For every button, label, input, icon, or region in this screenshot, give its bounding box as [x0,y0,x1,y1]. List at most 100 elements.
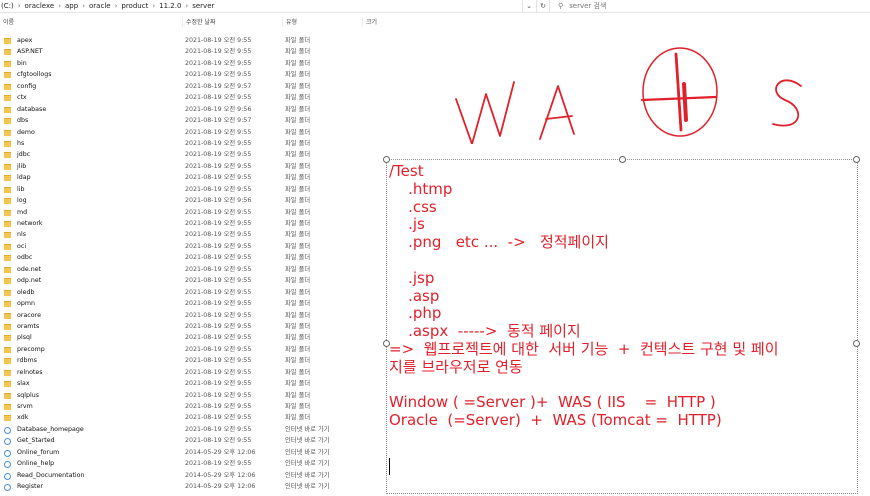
file-row[interactable]: bin 2021-08-19 오전 9:55 파일 폴더 [0,58,380,69]
file-row[interactable]: oci 2021-08-19 오전 9:55 파일 폴더 [0,241,380,252]
internet-shortcut-icon [4,461,11,469]
file-date: 2021-08-19 오전 9:55 [185,48,252,56]
breadcrumb-segment[interactable]: (C:) [0,0,15,12]
file-row[interactable]: plsql 2021-08-19 오전 9:55 파일 폴더 [0,332,380,343]
file-row[interactable]: Get_Started 2021-08-19 오전 9:55 인터넷 바로 가기 [0,435,380,446]
chevron-right-icon[interactable]: › [79,0,88,12]
search-box[interactable]: ⚲ server 검색 [552,0,870,11]
file-row[interactable]: ldap 2021-08-19 오전 9:55 파일 폴더 [0,172,380,183]
file-name: plsql [17,334,32,342]
file-row[interactable]: relnotes 2021-08-19 오전 9:55 파일 폴더 [0,367,380,378]
file-date: 2021-08-19 오전 9:55 [185,242,252,250]
file-row[interactable]: md 2021-08-19 오전 9:55 파일 폴더 [0,207,380,218]
chevron-right-icon[interactable]: › [112,0,121,12]
file-type: 파일 폴더 [285,288,311,296]
chevron-right-icon[interactable]: › [15,0,24,12]
file-name: sqlplus [17,391,40,399]
breadcrumb-segment[interactable]: oracle [88,0,112,12]
file-row[interactable]: sqlplus 2021-08-19 오전 9:55 파일 폴더 [0,390,380,401]
file-type: 파일 폴더 [285,94,311,102]
address-bar[interactable]: (C:) › oraclexe › app › oracle › product › 11.2.0 ›… [0,0,870,13]
file-row[interactable]: dbs 2021-08-19 오전 9:57 파일 폴더 [0,115,380,126]
file-name: ode.net [17,265,42,273]
file-date: 2021-08-19 오전 9:55 [185,254,252,262]
file-date: 2021-08-19 오전 9:57 [185,82,252,90]
file-row[interactable]: oramts 2021-08-19 오전 9:55 파일 폴더 [0,321,380,332]
chevron-right-icon[interactable]: › [149,0,158,12]
search-input[interactable]: server 검색 [569,0,606,12]
file-type: 파일 폴더 [285,48,311,56]
column-size[interactable]: 크기 [362,17,377,27]
file-row[interactable]: slax 2021-08-19 오전 9:55 파일 폴더 [0,378,380,389]
file-name: lib [17,185,25,193]
file-row[interactable]: Online_forum 2014-05-29 오후 12:06 인터넷 바로 가기 [0,447,380,458]
file-row[interactable]: Online_help 2021-08-19 오전 9:55 인터넷 바로 가기 [0,458,380,469]
file-date: 2021-08-19 오전 9:55 [185,288,252,296]
file-row[interactable]: jlib 2021-08-19 오전 9:55 파일 폴더 [0,161,380,172]
chevron-right-icon[interactable]: › [55,0,64,12]
file-type: 파일 폴더 [285,59,311,67]
breadcrumb-segment[interactable]: oraclexe [24,0,56,12]
file-row[interactable]: opmn 2021-08-19 오전 9:55 파일 폴더 [0,298,380,309]
folder-icon [4,60,11,67]
breadcrumb-segment[interactable]: 11.2.0 [158,0,182,12]
file-row[interactable]: ASP.NET 2021-08-19 오전 9:55 파일 폴더 [0,46,380,57]
file-row[interactable]: srvm 2021-08-19 오전 9:55 파일 폴더 [0,401,380,412]
file-row[interactable]: Database_homepage 2021-08-19 오전 9:55 인터넷 바… [0,424,380,435]
handwritten-note-text[interactable]: /Test .htmp .css .js .png etc ... -> 정적페… [389,162,859,430]
file-date: 2021-08-19 오전 9:55 [185,71,252,79]
file-row[interactable]: lib 2021-08-19 오전 9:55 파일 폴더 [0,184,380,195]
file-row[interactable]: ode.net 2021-08-19 오전 9:55 파일 폴더 [0,264,380,275]
file-row[interactable]: Register 2014-05-29 오후 12:06 인터넷 바로 가기 [0,481,380,492]
file-date: 2021-08-19 오전 9:55 [185,403,252,410]
file-date: 2021-08-19 오전 9:55 [185,357,252,365]
chevron-right-icon[interactable]: › [182,0,191,12]
file-row[interactable]: odbc 2021-08-19 오전 9:55 파일 폴더 [0,252,380,263]
file-row[interactable]: jdbc 2021-08-19 오전 9:55 파일 폴더 [0,149,380,160]
breadcrumb-segment[interactable]: app [64,0,79,12]
file-type: 파일 폴더 [285,368,311,376]
file-row[interactable]: log 2021-08-19 오전 9:56 파일 폴더 [0,195,380,206]
file-row[interactable]: rdbms 2021-08-19 오전 9:55 파일 폴더 [0,355,380,366]
file-name: oci [17,242,27,250]
column-name[interactable]: 이름 [0,17,14,27]
refresh-icon[interactable]: ↻ [536,0,550,12]
column-date[interactable]: 수정한 날짜 [182,17,216,27]
file-type: 파일 폴더 [285,357,311,365]
breadcrumb-segment[interactable]: product [120,0,149,12]
folder-icon [4,106,11,113]
file-name: srvm [17,403,33,410]
file-row[interactable]: precomp 2021-08-19 오전 9:55 파일 폴더 [0,344,380,355]
file-row[interactable]: apex 2021-08-19 오전 9:55 파일 폴더 [0,35,380,46]
file-type: 파일 폴더 [285,117,311,125]
file-row[interactable]: oledb 2021-08-19 오전 9:55 파일 폴더 [0,287,380,298]
breadcrumb-segment[interactable]: server [191,0,215,12]
file-name: database [17,105,47,113]
folder-icon [4,221,11,227]
resize-handle[interactable] [853,156,860,163]
breadcrumb[interactable]: (C:) › oraclexe › app › oracle › product › 11.2.0 ›… [0,0,215,12]
file-row[interactable]: nls 2021-08-19 오전 9:55 파일 폴더 [0,229,380,240]
chevron-down-icon[interactable]: ⌄ [522,0,535,12]
file-row[interactable]: oracore 2021-08-19 오전 9:55 파일 폴더 [0,310,380,321]
file-row[interactable]: demo 2021-08-19 오전 9:55 파일 폴더 [0,127,380,138]
file-row[interactable]: ctx 2021-08-19 오전 9:55 파일 폴더 [0,92,380,103]
file-date: 2021-08-19 오전 9:55 [185,220,252,227]
folder-icon [4,278,11,285]
file-row[interactable]: Read_Documentation 2014-05-29 오후 12:06 인터넷… [0,470,380,481]
file-name: opmn [17,300,35,308]
file-type: 파일 폴더 [285,231,311,239]
file-row[interactable]: cfgtoollogs 2021-08-19 오전 9:55 파일 폴더 [0,69,380,80]
file-row[interactable]: hs 2021-08-19 오전 9:55 파일 폴더 [0,138,380,149]
file-row[interactable]: network 2021-08-19 오전 9:55 파일 폴더 [0,218,380,229]
file-name: precomp [17,345,45,353]
column-type[interactable]: 유형 [282,17,297,27]
resize-handle[interactable] [619,156,626,163]
file-row[interactable]: odp.net 2021-08-19 오전 9:55 파일 폴더 [0,275,380,286]
file-name: hs [17,139,25,147]
file-date: 2021-08-19 오전 9:55 [185,208,252,216]
file-row[interactable]: config 2021-08-19 오전 9:57 파일 폴더 [0,81,380,92]
file-row[interactable]: database 2021-08-19 오전 9:56 파일 폴더 [0,104,380,115]
file-row[interactable]: xdk 2021-08-19 오전 9:55 파일 폴더 [0,412,380,423]
file-date: 2021-08-19 오전 9:55 [185,460,252,468]
